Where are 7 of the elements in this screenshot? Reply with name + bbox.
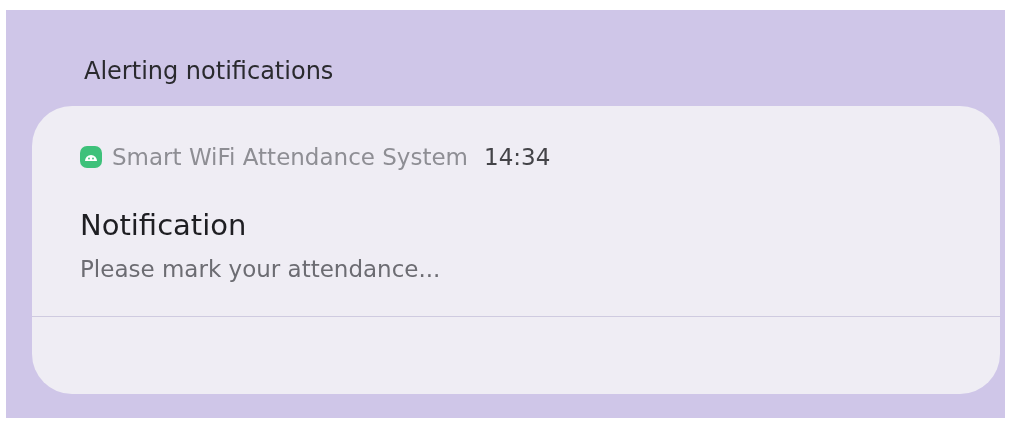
section-title: Alerting notifications [83, 56, 334, 87]
app-name: Smart WiFi Attendance System [112, 144, 468, 170]
notification-title: Notification [79, 207, 247, 242]
notification-body: Please mark your attendance... [79, 255, 441, 282]
notification-card[interactable]: Smart WiFi Attendance System 14:34 Notification Please mark your attendance... [32, 106, 1000, 394]
notification-time: 14:34 [484, 144, 551, 170]
android-app-icon [80, 146, 102, 168]
